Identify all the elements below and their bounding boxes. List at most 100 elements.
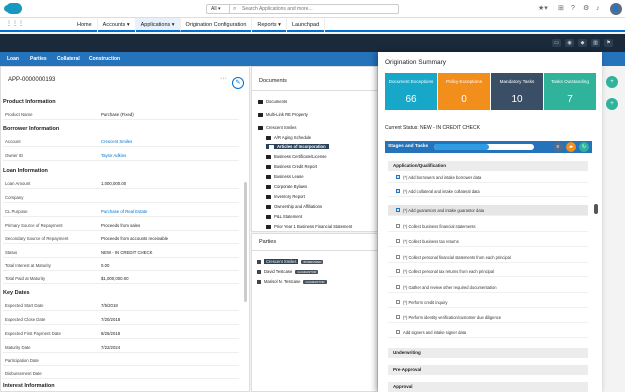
task-checkbox[interactable]: [396, 189, 400, 194]
task-checkbox[interactable]: [396, 239, 400, 244]
doc-corporate-bylaws[interactable]: Corporate Bylaws: [266, 184, 307, 189]
stage-approval[interactable]: Approval: [388, 382, 588, 392]
task-checkbox[interactable]: [396, 330, 400, 335]
task-checkbox[interactable]: [396, 224, 400, 229]
owner-link[interactable]: Taylor Adkins: [101, 153, 126, 158]
tab-collateral[interactable]: Collateral: [57, 52, 80, 66]
folder-icon: [266, 155, 271, 159]
field-label: Total Interest at Maturity: [5, 263, 51, 268]
task-checkbox[interactable]: [396, 300, 400, 305]
add-icon[interactable]: ⊞: [558, 4, 564, 14]
folder-label: Ownership and Affiliations: [274, 204, 323, 209]
task-row[interactable]: (*) Collect personal financial statement…: [388, 252, 588, 263]
toolbar-announce-icon[interactable]: ◉: [565, 39, 574, 47]
right-add-icon-2[interactable]: +: [606, 98, 618, 110]
salesforce-logo[interactable]: [4, 3, 22, 14]
task-row[interactable]: (*) Add collateral and intake collateral…: [388, 186, 588, 197]
doc-business-credit-report[interactable]: Business Credit Report: [266, 164, 317, 169]
doc-business-lease[interactable]: Business Lease: [266, 174, 304, 179]
doc-business-certificate-license[interactable]: Business Certificate/License: [266, 154, 327, 159]
toolbar-columns-icon[interactable]: ▥: [591, 39, 600, 47]
tab-parties[interactable]: Parties: [30, 52, 47, 66]
setup-gear-icon[interactable]: ⚙: [583, 4, 589, 14]
task-checkbox[interactable]: [396, 315, 400, 320]
nav-item-reports[interactable]: Reports ▾: [252, 18, 287, 32]
nav-item-home[interactable]: Home: [72, 18, 98, 32]
folder-label: Multi-Link RE Property: [266, 112, 308, 117]
toolbar-shield-icon[interactable]: ◆: [578, 39, 587, 47]
view-list-icon[interactable]: ≡: [553, 142, 563, 152]
folder-label: Crescent Smiles: [266, 125, 297, 130]
task-label: (*) Collect personal financial statement…: [403, 255, 511, 260]
mandatory-tasks-card[interactable]: Mandatory Tasks 10: [491, 73, 543, 110]
folder-action-icon[interactable]: ▰: [566, 142, 576, 152]
task-checkbox[interactable]: [396, 269, 400, 274]
more-actions-icon[interactable]: ···: [220, 75, 227, 82]
doc-pl-statement[interactable]: P&L Statement: [266, 214, 302, 219]
task-checkbox[interactable]: [396, 208, 400, 213]
summary-scrollbar[interactable]: [594, 204, 598, 214]
field-label: CL Purpose: [5, 209, 28, 214]
task-checkbox[interactable]: [396, 175, 400, 180]
nav-item-accounts[interactable]: Accounts ▾: [98, 18, 136, 32]
left-panel-scrollbar[interactable]: [244, 182, 247, 302]
doc-ar-aging-schedule[interactable]: A/R Aging Schedule: [266, 135, 311, 140]
nav-item-origination-configuration[interactable]: Origination Configuration: [181, 18, 253, 32]
section-key-dates: Key Dates: [3, 290, 30, 296]
document-exceptions-card[interactable]: Document Exceptions 66: [385, 73, 437, 110]
nav-item-launchpad[interactable]: Launchpad: [287, 18, 326, 32]
nav-item-applications[interactable]: Applications ▾: [135, 18, 181, 32]
task-row[interactable]: (*) Gather and review other required doc…: [388, 282, 588, 293]
toolbar-chat-icon[interactable]: ▭: [552, 39, 561, 47]
doc-articles-of-incorporation[interactable]: Articles of Incorporation: [266, 144, 329, 149]
help-icon[interactable]: ?: [571, 4, 575, 14]
tasks-outstanding-card[interactable]: Tasks Outstanding 7: [544, 73, 596, 110]
task-checkbox[interactable]: [396, 255, 400, 260]
favorites-icon[interactable]: ★▾: [538, 4, 548, 14]
account-link[interactable]: Crescent Smiles: [101, 139, 132, 144]
search-scope-select[interactable]: All ▾: [206, 4, 230, 14]
task-checkbox[interactable]: [396, 285, 400, 290]
task-row[interactable]: (*) Collect business tax returns: [388, 236, 588, 247]
folder-documents[interactable]: Documents: [258, 99, 287, 104]
stage-application-qualification[interactable]: Application/Qualification: [388, 161, 588, 171]
folder-multi-link-re-property[interactable]: Multi-Link RE Property: [258, 112, 308, 117]
app-launcher-icon[interactable]: ⋮⋮⋮: [6, 20, 24, 27]
party-item[interactable]: David Testcase GUARANTOR: [257, 269, 319, 274]
search-scope-label: All: [211, 6, 217, 12]
loan-details-panel: APP-0000000193 ··· ✎ Product Information…: [0, 66, 250, 392]
right-add-icon[interactable]: +: [606, 76, 618, 88]
task-row[interactable]: (*) Perform identity verification/custom…: [388, 312, 588, 323]
field-row: Owner ID Taylor Adkins: [3, 150, 239, 161]
doc-ownership-affiliations[interactable]: Ownership and Affiliations: [266, 204, 322, 209]
task-row[interactable]: (*) Perform credit inquiry: [388, 297, 588, 308]
user-avatar[interactable]: 👤: [610, 3, 622, 15]
doc-prior-year-financial-statement[interactable]: Prior Year 1 Business Financial Statemen…: [266, 224, 352, 229]
party-item[interactable]: Crescent Smiles BORROWER: [257, 259, 324, 264]
app-navigation: ⋮⋮⋮ Home Accounts ▾ Applications ▾ Origi…: [0, 18, 625, 32]
notifications-bell-icon[interactable]: ♪: [596, 4, 600, 14]
folder-crescent-smiles[interactable]: Crescent Smiles: [258, 125, 296, 130]
search-icon: ⌕: [233, 6, 237, 12]
doc-inventory-report[interactable]: Inventory Report: [266, 194, 305, 199]
toolbar-flag-icon[interactable]: ⚑: [604, 39, 613, 47]
field-row: Account Crescent Smiles: [3, 136, 239, 147]
folder-icon: [266, 205, 271, 209]
stage-pre-approval[interactable]: Pre-Approval: [388, 365, 588, 375]
policy-exceptions-card[interactable]: Policy Exceptions 0: [438, 73, 490, 110]
party-name: Crescent Smiles: [264, 259, 299, 264]
global-search-input[interactable]: ⌕ Search Applications and more...: [229, 4, 399, 14]
field-row: Disbursement Date: [3, 368, 239, 379]
party-item[interactable]: Marisol N. Testcase GUARANTOR: [257, 279, 327, 284]
task-row[interactable]: Add signers and intake signer data: [388, 327, 588, 338]
task-row[interactable]: (*) Add guarantors and intake guarantor …: [388, 205, 588, 216]
divider: [252, 90, 377, 91]
tab-construction[interactable]: Construction: [89, 52, 120, 66]
documents-title: Documents: [259, 78, 287, 84]
refresh-icon[interactable]: ↻: [579, 142, 589, 152]
edit-pencil-icon[interactable]: ✎: [232, 77, 244, 89]
task-row[interactable]: (*) Add borrowers and intake borrower da…: [388, 172, 588, 183]
task-row[interactable]: (*) Collect personal tax returns from ea…: [388, 266, 588, 277]
task-row[interactable]: (*) Collect business financial statement…: [388, 221, 588, 232]
stage-underwriting[interactable]: Underwriting: [388, 348, 588, 358]
